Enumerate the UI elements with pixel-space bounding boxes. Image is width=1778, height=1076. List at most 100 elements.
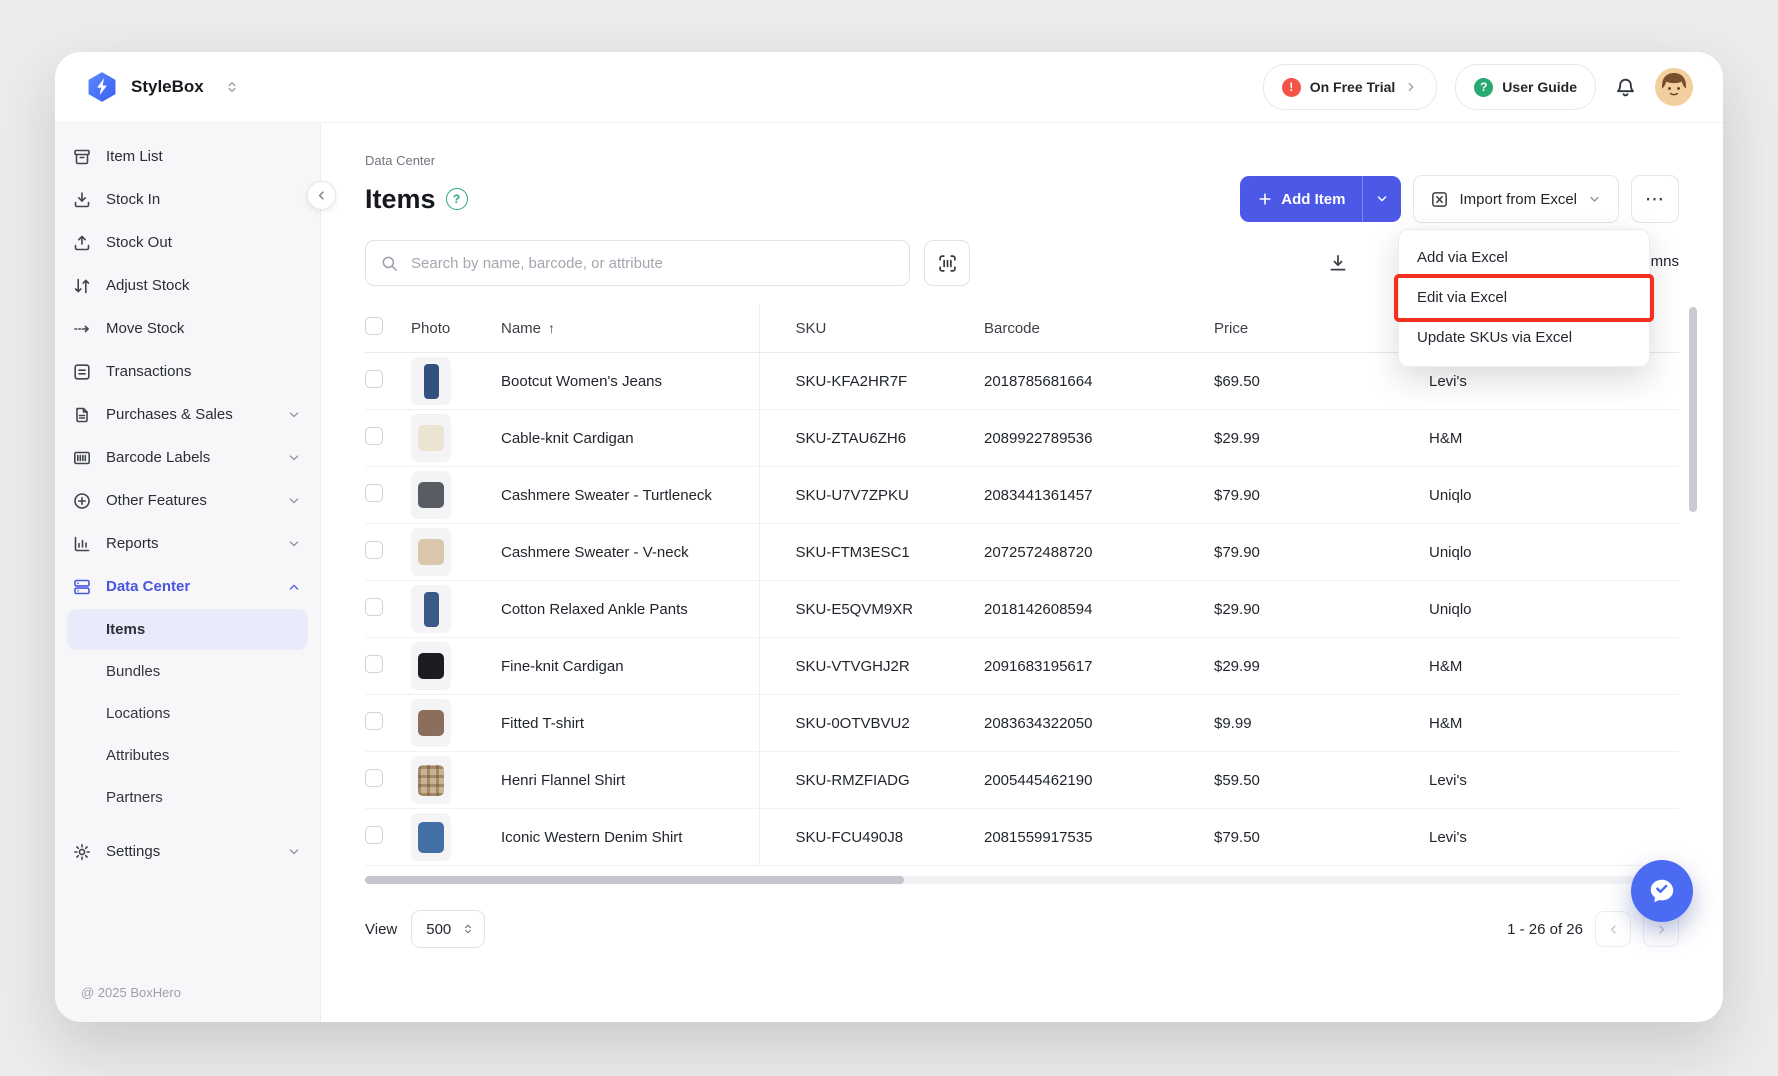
column-header-barcode: Barcode [984, 304, 1214, 353]
add-item-label: Add Item [1281, 191, 1345, 208]
sidebar: Item List Stock InStock OutAdjust StockMo… [55, 123, 321, 1022]
item-name[interactable]: Iconic Western Denim Shirt [501, 809, 759, 866]
view-count-select[interactable]: 500 [411, 910, 485, 948]
sidebar-subitem-attributes[interactable]: Attributes [67, 735, 308, 776]
vertical-scrollbar-thumb[interactable] [1689, 307, 1697, 512]
item-name[interactable]: Bootcut Women's Jeans [501, 353, 759, 410]
brand: StyleBox [85, 70, 240, 104]
sidebar-item-label: Item List [106, 148, 163, 165]
row-checkbox[interactable] [365, 655, 383, 673]
move-icon [72, 319, 92, 339]
breadcrumb: Data Center [365, 153, 1679, 168]
item-brand: H&M [1429, 410, 1679, 467]
sidebar-item-item-list[interactable]: Item List [55, 135, 320, 178]
item-photo [411, 699, 451, 747]
add-item-button[interactable]: Add Item [1240, 176, 1401, 222]
menu-item-add-via-excel[interactable]: Add via Excel [1399, 238, 1649, 278]
menu-item-update-skus-via-excel[interactable]: Update SKUs via Excel [1399, 318, 1649, 358]
item-name[interactable]: Fine-knit Cardigan [501, 638, 759, 695]
sidebar-item-purchases-sales[interactable]: Purchases & Sales [55, 393, 320, 436]
chevron-down-icon [286, 844, 302, 860]
select-all-checkbox[interactable] [365, 317, 383, 335]
sidebar-item-reports[interactable]: Reports [55, 522, 320, 565]
user-avatar[interactable] [1655, 68, 1693, 106]
plus-circle-icon [72, 491, 92, 511]
app-window: StyleBox ! On Free Trial ? User Guide [55, 52, 1723, 1022]
user-guide-button[interactable]: ? User Guide [1455, 64, 1596, 110]
sidebar-item-stock-in[interactable]: Stock In [55, 178, 320, 221]
chat-widget-button[interactable] [1631, 860, 1693, 922]
item-name[interactable]: Fitted T-shirt [501, 695, 759, 752]
row-checkbox[interactable] [365, 484, 383, 502]
item-barcode: 2018142608594 [984, 581, 1214, 638]
more-options-button[interactable]: ⋯ [1631, 175, 1679, 223]
row-checkbox[interactable] [365, 598, 383, 616]
barcode-scan-button[interactable] [924, 240, 970, 286]
item-price: $69.50 [1214, 353, 1429, 410]
item-name[interactable]: Henri Flannel Shirt [501, 752, 759, 809]
item-sku: SKU-ZTAU6ZH6 [759, 410, 984, 467]
import-menu: Add via ExcelEdit via ExcelUpdate SKUs v… [1398, 229, 1650, 367]
row-checkbox[interactable] [365, 712, 383, 730]
help-icon[interactable]: ? [446, 188, 468, 210]
plus-icon [1257, 191, 1273, 207]
workspace-switcher-icon[interactable] [224, 79, 240, 95]
item-barcode: 2072572488720 [984, 524, 1214, 581]
sidebar-subitem-locations[interactable]: Locations [67, 693, 308, 734]
import-from-excel-button[interactable]: Import from Excel [1413, 175, 1619, 223]
sidebar-item-settings[interactable]: Settings [55, 830, 320, 873]
item-barcode: 2005445462190 [984, 752, 1214, 809]
sidebar-item-other-features[interactable]: Other Features [55, 479, 320, 522]
item-price: $29.99 [1214, 638, 1429, 695]
item-photo [411, 642, 451, 690]
sidebar-subitem-items[interactable]: Items [67, 609, 308, 650]
sidebar-item-label: Other Features [106, 492, 207, 509]
search-input[interactable] [409, 254, 895, 273]
chevron-down-icon [286, 407, 302, 423]
app-title: StyleBox [131, 77, 204, 97]
add-item-dropdown-toggle[interactable] [1362, 176, 1401, 222]
sidebar-item-stock-out[interactable]: Stock Out [55, 221, 320, 264]
sidebar-item-move-stock[interactable]: Move Stock [55, 307, 320, 350]
export-icon[interactable] [1327, 252, 1349, 274]
item-name[interactable]: Cable-knit Cardigan [501, 410, 759, 467]
sort-ascending-icon: ↑ [548, 320, 555, 336]
item-name[interactable]: Cashmere Sweater - V-neck [501, 524, 759, 581]
sidebar-collapse-button[interactable] [307, 181, 336, 210]
trial-alert-icon: ! [1282, 78, 1301, 97]
row-checkbox[interactable] [365, 541, 383, 559]
item-photo [411, 357, 451, 405]
item-barcode: 2081559917535 [984, 809, 1214, 866]
item-sku: SKU-E5QVM9XR [759, 581, 984, 638]
menu-item-edit-via-excel[interactable]: Edit via Excel [1399, 278, 1649, 318]
sidebar-item-transactions[interactable]: Transactions [55, 350, 320, 393]
column-header-name[interactable]: Name↑ [501, 304, 759, 353]
previous-page-button[interactable] [1595, 911, 1631, 947]
guide-question-icon: ? [1474, 78, 1493, 97]
sidebar-item-adjust-stock[interactable]: Adjust Stock [55, 264, 320, 307]
row-checkbox[interactable] [365, 427, 383, 445]
view-label: View [365, 921, 397, 938]
chevron-right-icon [1404, 80, 1418, 94]
notifications-bell-icon[interactable] [1614, 76, 1637, 99]
item-photo [411, 414, 451, 462]
horizontal-scrollbar[interactable] [365, 876, 1679, 884]
horizontal-scrollbar-thumb[interactable] [365, 876, 904, 884]
item-name[interactable]: Cotton Relaxed Ankle Pants [501, 581, 759, 638]
sidebar-item-label: Data Center [106, 578, 190, 595]
row-checkbox[interactable] [365, 769, 383, 787]
chevron-down-icon [286, 450, 302, 466]
sidebar-item-data-center[interactable]: Data Center [55, 565, 320, 608]
items-table-body: Bootcut Women's JeansSKU-KFA2HR7F2018785… [365, 353, 1679, 866]
row-checkbox[interactable] [365, 370, 383, 388]
table-row: Fitted T-shirtSKU-0OTVBVU22083634322050$… [365, 695, 1679, 752]
sidebar-subitem-partners[interactable]: Partners [67, 777, 308, 818]
free-trial-button[interactable]: ! On Free Trial [1263, 64, 1438, 110]
sidebar-item-label: Barcode Labels [106, 449, 210, 466]
sidebar-subitem-bundles[interactable]: Bundles [67, 651, 308, 692]
sidebar-item-barcode-labels[interactable]: Barcode Labels [55, 436, 320, 479]
row-checkbox[interactable] [365, 826, 383, 844]
item-brand: Uniqlo [1429, 467, 1679, 524]
item-photo [411, 756, 451, 804]
item-name[interactable]: Cashmere Sweater - Turtleneck [501, 467, 759, 524]
